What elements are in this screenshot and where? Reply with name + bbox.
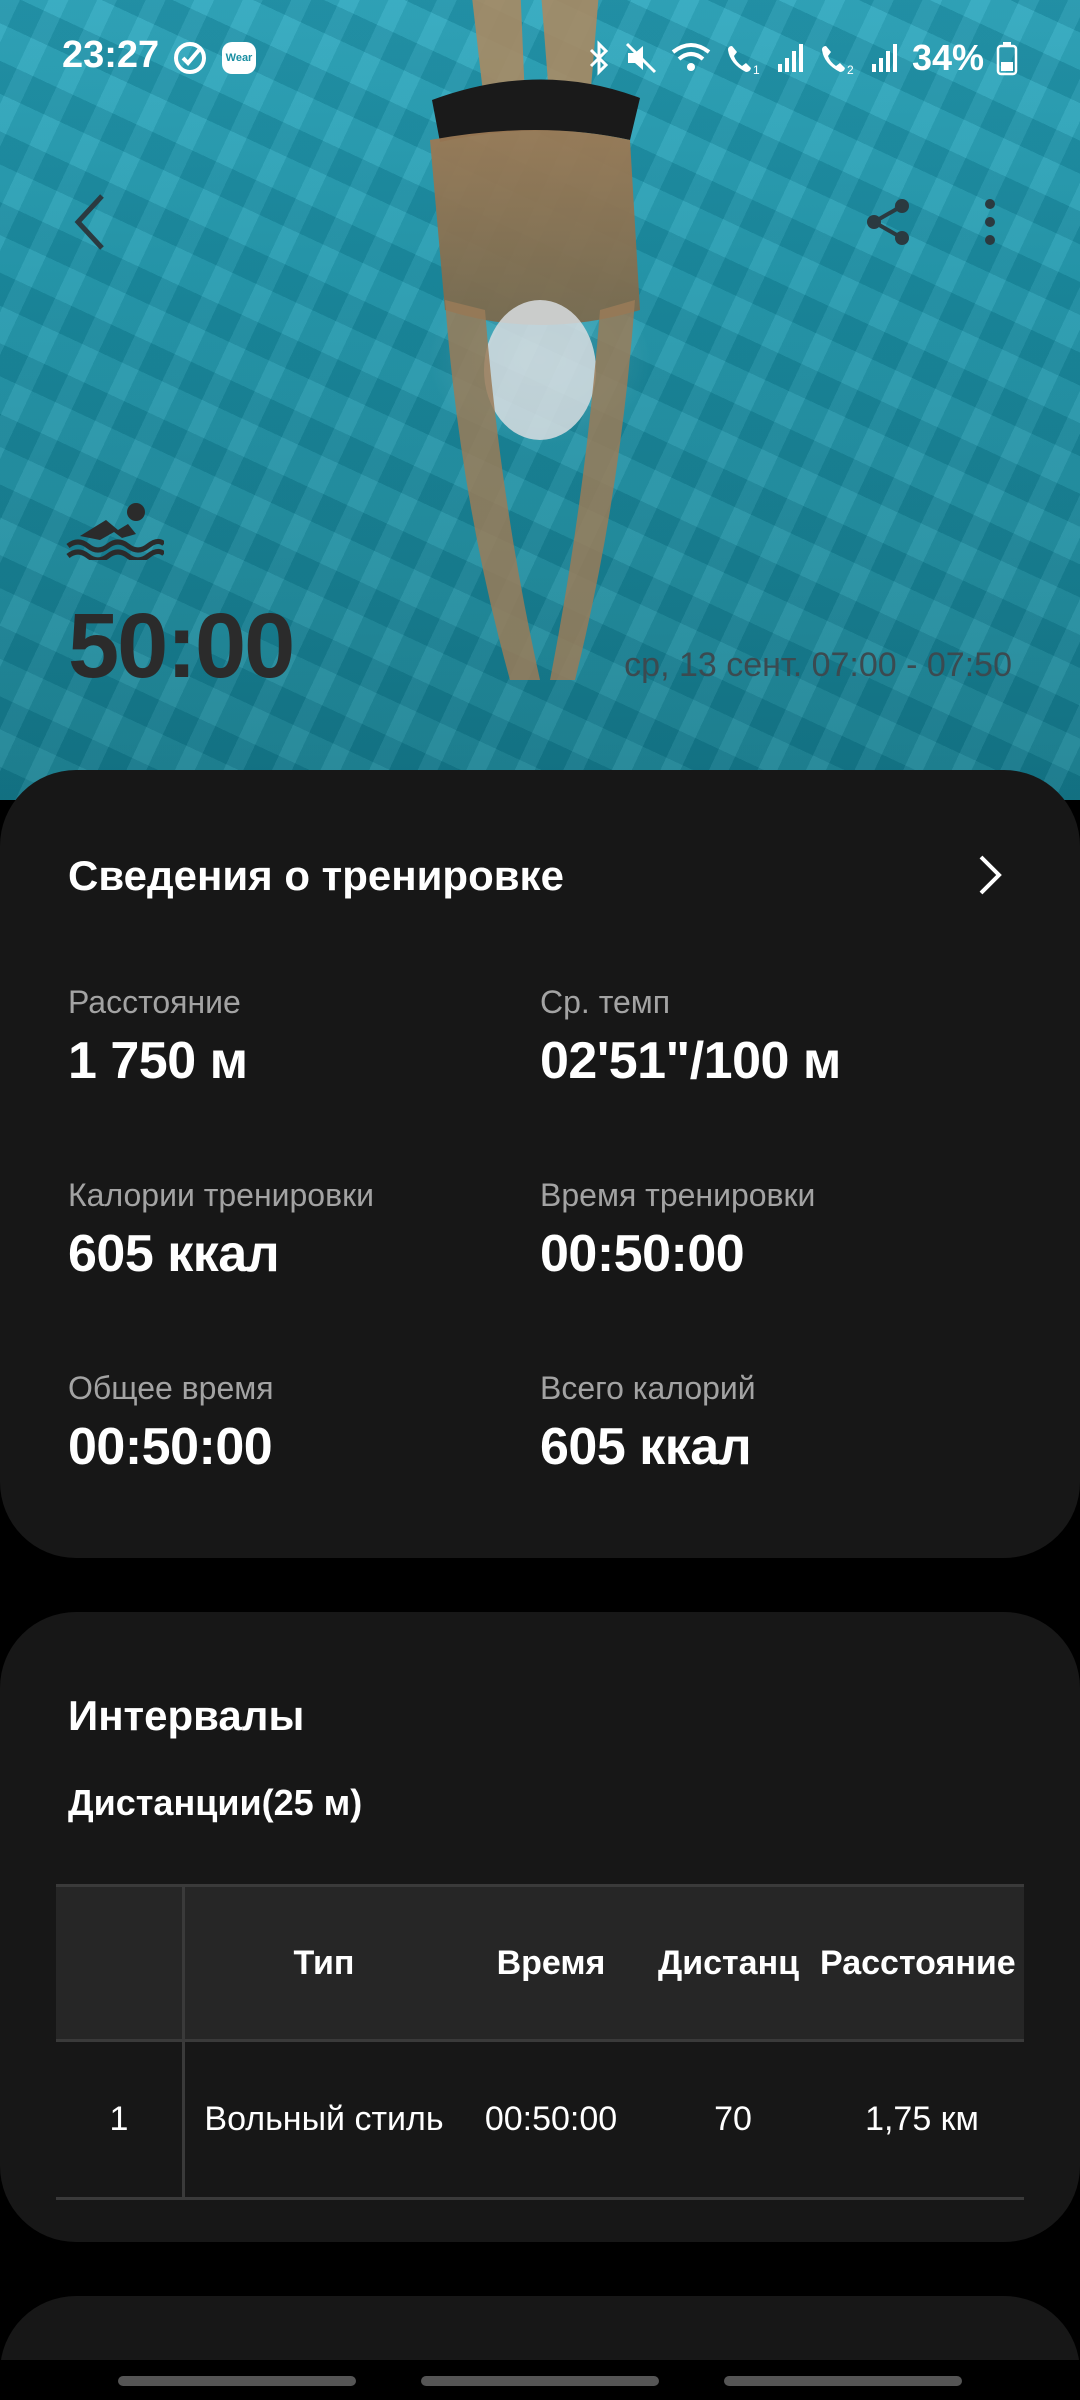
battery-icon xyxy=(996,42,1018,76)
stat-avg-pace: Ср. темп 02'51"/100 м xyxy=(540,984,1000,1091)
cell-type: Вольный стиль xyxy=(204,2100,444,2138)
stat-value: 1 750 м xyxy=(68,1032,248,1090)
wear-app-icon: Wear xyxy=(222,42,256,74)
status-time: 23:27 xyxy=(62,34,160,76)
col-header-laps: Дистанц xyxy=(658,1943,800,1982)
nav-back-handle[interactable] xyxy=(724,2376,962,2386)
intervals-card: Интервалы Дистанции(25 м) Тип Время Дист… xyxy=(0,1612,1080,2242)
stat-workout-calories: Калории тренировки 605 ккал xyxy=(68,1177,528,1284)
mute-icon xyxy=(625,42,656,74)
back-button[interactable] xyxy=(60,184,120,260)
intervals-table: Тип Время Дистанц Расстояние 1 Вольный с… xyxy=(56,1884,1024,2200)
svg-text:2: 2 xyxy=(847,63,854,76)
signal-sim2-icon xyxy=(871,44,897,72)
stat-total-time: Общее время 00:50:00 xyxy=(68,1370,528,1477)
table-row: 1 Вольный стиль 00:50:00 70 1,75 км xyxy=(56,2042,1024,2200)
status-bar: 23:27 Wear 1 2 34% xyxy=(0,0,1080,118)
summary-title: Сведения о тренировке xyxy=(68,852,564,899)
svg-text:1: 1 xyxy=(753,63,760,76)
workout-duration: 50:00 xyxy=(68,595,295,697)
chevron-left-icon xyxy=(74,194,104,250)
gesture-nav-bar xyxy=(0,2360,1080,2400)
nav-home-handle[interactable] xyxy=(421,2376,659,2386)
intervals-subtitle: Дистанции(25 м) xyxy=(68,1782,363,1823)
col-header-time: Время xyxy=(496,1943,606,1982)
cell-time: 00:50:00 xyxy=(484,2100,618,2138)
wifi-icon xyxy=(671,43,711,71)
stat-label: Общее время xyxy=(68,1370,274,1406)
stat-distance: Расстояние 1 750 м xyxy=(68,984,528,1091)
stat-label: Расстояние xyxy=(68,984,241,1020)
stat-value: 02'51"/100 м xyxy=(540,1032,841,1090)
chevron-right-icon xyxy=(979,855,1002,895)
wifi-call-sim2-icon: 2 xyxy=(821,46,854,76)
more-vertical-icon xyxy=(985,199,995,245)
swimming-icon xyxy=(66,503,164,560)
stat-label: Калории тренировки xyxy=(68,1177,374,1213)
cell-number: 1 xyxy=(109,2100,129,2138)
col-header-distance: Расстояние xyxy=(820,1943,1016,1982)
wifi-call-sim1-icon: 1 xyxy=(727,46,760,76)
stat-label: Всего калорий xyxy=(540,1370,756,1406)
col-header-number xyxy=(56,1887,182,2039)
stat-total-calories: Всего калорий 605 ккал xyxy=(540,1370,1000,1477)
share-button[interactable] xyxy=(858,190,918,254)
nav-recents-handle[interactable] xyxy=(118,2376,356,2386)
summary-details-button[interactable] xyxy=(960,840,1020,910)
signal-sim1-icon xyxy=(777,44,803,72)
col-header-type: Тип xyxy=(293,1943,355,1982)
stat-workout-time: Время тренировки 00:50:00 xyxy=(540,1177,1000,1284)
workout-summary-card: Сведения о тренировке Расстояние 1 750 м… xyxy=(0,770,1080,1558)
check-circle-icon xyxy=(174,42,206,74)
bluetooth-icon xyxy=(589,40,609,76)
cell-laps: 70 xyxy=(714,2100,752,2138)
stat-value: 00:50:00 xyxy=(68,1418,273,1476)
stat-value: 605 ккал xyxy=(68,1225,280,1283)
table-header: Тип Время Дистанц Расстояние xyxy=(56,1884,1024,2042)
workout-date-range: ср, 13 сент. 07:00 - 07:50 xyxy=(624,646,1012,684)
more-options-button[interactable] xyxy=(970,190,1010,254)
status-icons: 1 2 34% xyxy=(586,36,1018,80)
stat-label: Время тренировки xyxy=(540,1177,816,1213)
stat-value: 605 ккал xyxy=(540,1418,752,1476)
share-icon xyxy=(867,199,909,245)
stat-value: 00:50:00 xyxy=(540,1225,745,1283)
stat-label: Ср. темп xyxy=(540,984,671,1020)
intervals-title: Интервалы xyxy=(68,1692,305,1739)
cell-distance: 1,75 км xyxy=(865,2100,979,2138)
battery-percent: 34% xyxy=(911,37,984,78)
